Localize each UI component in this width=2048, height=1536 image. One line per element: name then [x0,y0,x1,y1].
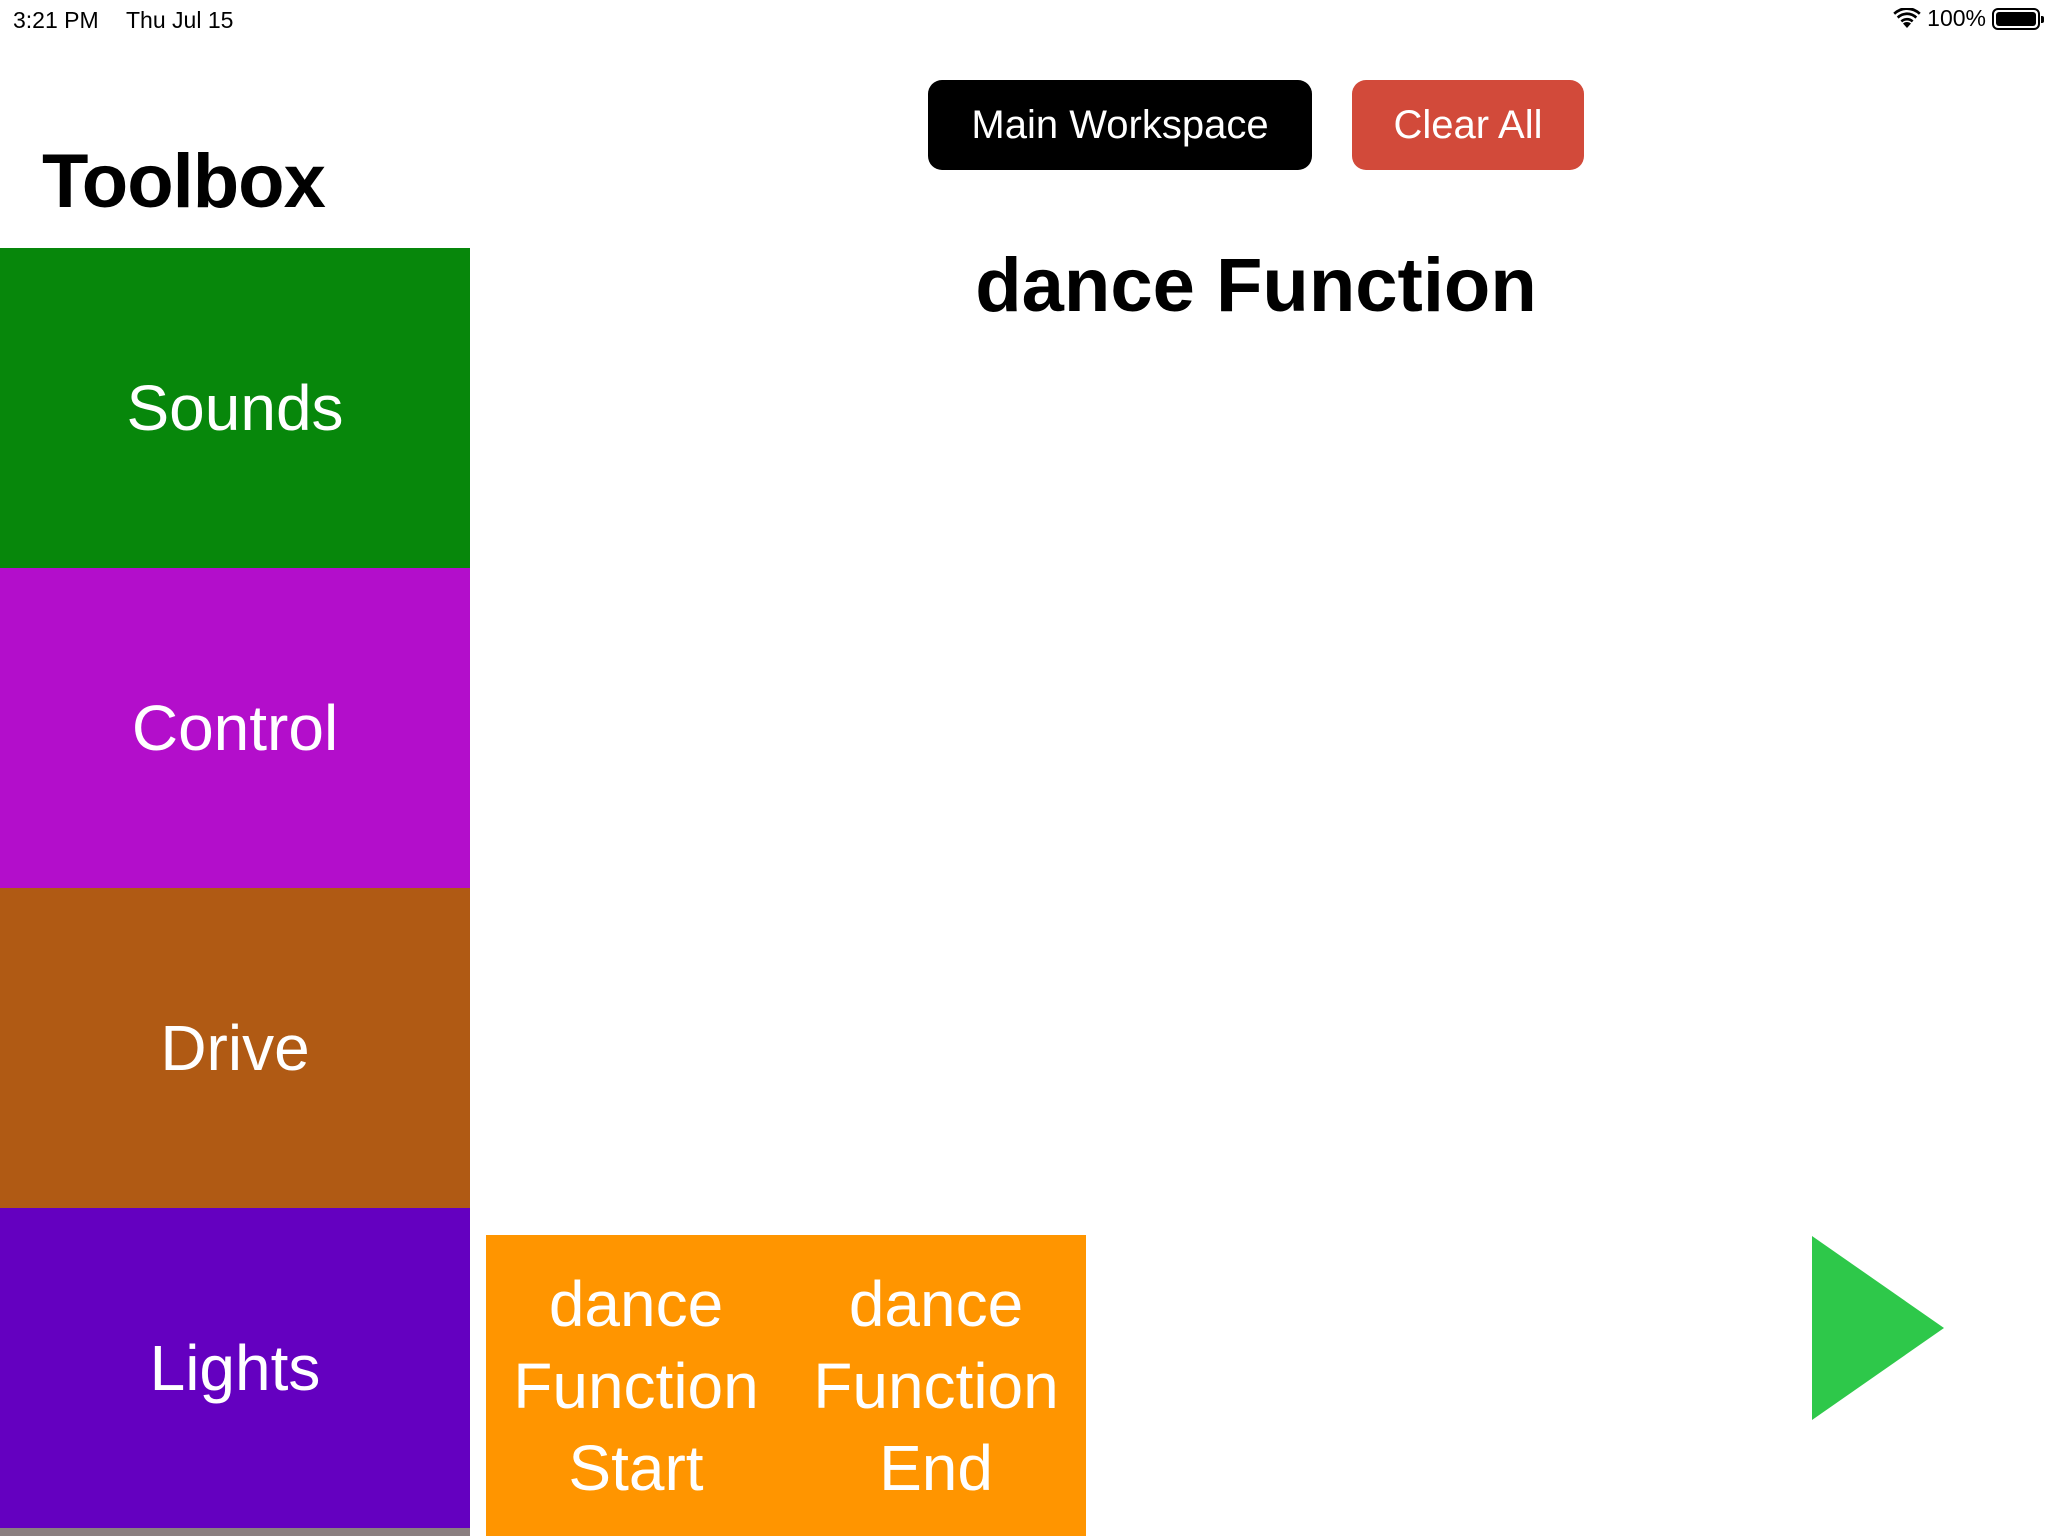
block-line: Start [568,1431,704,1504]
dance-function-end-block[interactable]: dance Function End [786,1235,1086,1536]
status-bar: 3:21 PM Thu Jul 15 100% [0,0,2048,40]
screen: 3:21 PM Thu Jul 15 100% Toolbox Sounds C… [0,0,2048,1536]
battery-icon [1992,7,2044,30]
play-icon [1812,1236,1944,1420]
battery-level [1996,11,2036,26]
wifi-icon [1893,7,1921,30]
toolbox-next-category-edge [0,1528,470,1536]
status-indicators: 100% [1893,5,2044,32]
block-line: Function [813,1349,1059,1422]
block-line: Function [513,1349,759,1422]
block-line: dance [548,1267,724,1340]
category-sounds[interactable]: Sounds [0,248,470,568]
block-line: dance [848,1267,1024,1340]
function-blocks: dance Function Start dance Function End [486,1235,1086,1536]
clear-all-button[interactable]: Clear All [1352,80,1584,170]
battery-cap [2041,15,2044,23]
block-line: End [879,1431,993,1504]
dance-function-start-block[interactable]: dance Function Start [486,1235,786,1536]
toolbox-title: Toolbox [42,139,326,224]
workspace-title: dance Function [975,243,1537,328]
battery-percent: 100% [1927,5,1986,31]
category-lights[interactable]: Lights [0,1208,470,1528]
status-date: Thu Jul 15 [126,7,234,33]
play-button[interactable] [1812,1236,1944,1420]
main-workspace-button[interactable]: Main Workspace [928,80,1312,170]
category-drive[interactable]: Drive [0,888,470,1208]
status-time: 3:21 PM [13,7,99,33]
category-control[interactable]: Control [0,568,470,888]
